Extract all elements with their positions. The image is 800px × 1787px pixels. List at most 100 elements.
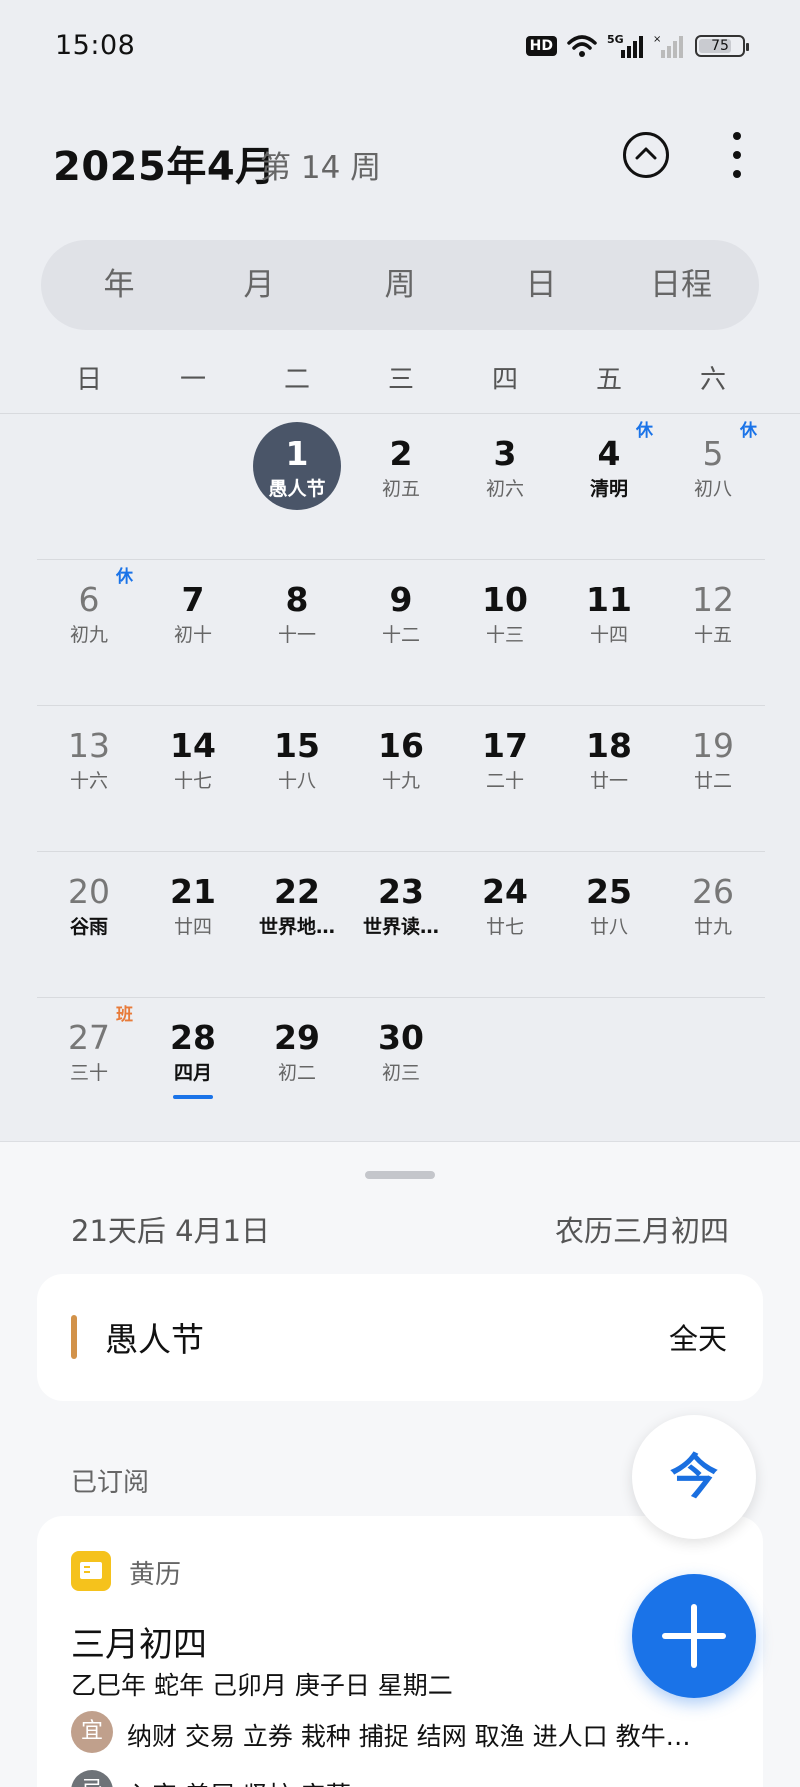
collapse-button[interactable] bbox=[623, 132, 669, 178]
ji-badge: 忌 bbox=[71, 1770, 113, 1787]
day-cell[interactable]: 29 初二 bbox=[245, 998, 349, 1144]
weekday-fri: 五 bbox=[595, 365, 622, 395]
battery-level: 75 bbox=[711, 38, 729, 54]
lunar-label: 初五 bbox=[381, 478, 420, 500]
day-cell[interactable]: 20 谷雨 bbox=[37, 852, 141, 998]
status-bar: 15:08 HD 5G × 75 bbox=[0, 0, 800, 92]
day-number: 19 bbox=[692, 726, 734, 765]
tab-month[interactable]: 月 bbox=[189, 249, 329, 321]
lunar-label: 二十 bbox=[485, 770, 524, 792]
lunar-label: 世界读… bbox=[362, 916, 439, 938]
workday-badge: 班 bbox=[116, 1005, 133, 1025]
day-cell[interactable]: 7 初十 bbox=[141, 560, 245, 706]
tab-year[interactable]: 年 bbox=[49, 249, 189, 321]
lunar-label: 廿二 bbox=[693, 770, 732, 792]
tab-schedule[interactable]: 日程 bbox=[611, 249, 751, 321]
lunar-label: 初六 bbox=[485, 478, 524, 500]
day-cell[interactable]: 1 愚人节 bbox=[245, 414, 349, 560]
event-time: 全天 bbox=[668, 1322, 727, 1356]
day-number: 16 bbox=[378, 726, 424, 765]
weekday-tue: 二 bbox=[283, 365, 310, 395]
day-number: 29 bbox=[274, 1018, 320, 1057]
day-cell[interactable]: 8 十一 bbox=[245, 560, 349, 706]
day-cell[interactable]: 27 三十班 bbox=[37, 998, 141, 1144]
lunar-label: 十二 bbox=[381, 624, 420, 646]
day-cell[interactable]: 30 初三 bbox=[349, 998, 453, 1144]
yi-text: 纳财 交易 立券 栽种 捕捉 结网 取渔 进人口 教牛… bbox=[127, 1722, 691, 1751]
yi-badge: 宜 bbox=[71, 1711, 113, 1753]
almanac-yi-row: 宜 纳财 交易 立券 栽种 捕捉 结网 取渔 进人口 教牛… bbox=[71, 1711, 691, 1755]
weekday-thu: 四 bbox=[491, 365, 518, 395]
ji-text: 入宅 盖屋 竖柱 安葬 bbox=[127, 1776, 351, 1787]
status-icons: HD 5G × 75 bbox=[525, 30, 749, 62]
day-number: 23 bbox=[378, 872, 424, 911]
day-cell[interactable]: 22 世界地… bbox=[245, 852, 349, 998]
day-cell[interactable]: 23 世界读… bbox=[349, 852, 453, 998]
day-number: 15 bbox=[274, 726, 320, 765]
today-indicator bbox=[173, 1095, 213, 1099]
day-cell[interactable]: 14 十七 bbox=[141, 706, 245, 852]
day-cell[interactable]: 10 十三 bbox=[453, 560, 557, 706]
lunar-label: 廿四 bbox=[173, 916, 212, 938]
week-number: 第 14 周 bbox=[260, 150, 382, 186]
day-cell[interactable]: 6 初九休 bbox=[37, 560, 141, 706]
lunar-date: 农历三月初四 bbox=[554, 1214, 729, 1248]
day-cell[interactable]: 28 四月 bbox=[141, 998, 245, 1144]
day-cell[interactable]: 12 十五 bbox=[661, 560, 765, 706]
day-cell[interactable]: 9 十二 bbox=[349, 560, 453, 706]
event-color-bar bbox=[71, 1315, 77, 1359]
week-row: 1 愚人节 2 初五 3 初六 4 清明休 5 初八休 bbox=[37, 414, 765, 560]
day-cell[interactable]: 26 廿九 bbox=[661, 852, 765, 998]
lunar-label: 廿八 bbox=[589, 916, 628, 938]
day-number: 3 bbox=[493, 434, 517, 473]
calendar-header: 2025年4月 第 14 周 bbox=[0, 120, 800, 200]
day-cell[interactable]: 4 清明休 bbox=[557, 414, 661, 560]
lunar-label: 十五 bbox=[693, 624, 732, 646]
day-cell[interactable]: 13 十六 bbox=[37, 706, 141, 852]
more-options-button[interactable] bbox=[725, 130, 749, 180]
day-number: 9 bbox=[389, 580, 413, 619]
more-dot-icon bbox=[733, 170, 741, 178]
almanac-name: 黄历 bbox=[129, 1560, 182, 1590]
day-cell[interactable]: 21 廿四 bbox=[141, 852, 245, 998]
day-cell[interactable]: 25 廿八 bbox=[557, 852, 661, 998]
day-cell[interactable]: 2 初五 bbox=[349, 414, 453, 560]
tab-day[interactable]: 日 bbox=[471, 249, 611, 321]
tab-week[interactable]: 周 bbox=[330, 249, 470, 321]
add-event-button[interactable] bbox=[632, 1574, 756, 1698]
lunar-label: 初三 bbox=[381, 1062, 420, 1084]
day-cell[interactable]: 16 十九 bbox=[349, 706, 453, 852]
lunar-label: 初二 bbox=[277, 1062, 316, 1084]
event-card[interactable]: 愚人节 全天 bbox=[37, 1274, 763, 1401]
day-cell[interactable]: 15 十八 bbox=[245, 706, 349, 852]
day-number: 28 bbox=[170, 1018, 216, 1057]
day-cell[interactable]: 3 初六 bbox=[453, 414, 557, 560]
lunar-label: 清明 bbox=[589, 478, 628, 500]
month-title[interactable]: 2025年4月 bbox=[53, 134, 276, 192]
day-cell[interactable]: 24 廿七 bbox=[453, 852, 557, 998]
lunar-label: 十三 bbox=[485, 624, 524, 646]
more-dot-icon bbox=[733, 132, 741, 140]
week-row: 6 初九休 7 初十 8 十一 9 十二 10 十三 11 十四 12 十五 bbox=[37, 560, 765, 706]
day-number: 13 bbox=[68, 726, 110, 765]
month-grid: 1 愚人节 2 初五 3 初六 4 清明休 5 初八休 6 初九休 7 初十 8 十一 9 十二 10 十三 11 十四 1… bbox=[37, 414, 765, 1144]
day-cell[interactable]: 5 初八休 bbox=[661, 414, 765, 560]
today-button[interactable]: 今 bbox=[632, 1415, 756, 1539]
hd-icon: HD bbox=[525, 36, 557, 56]
almanac-book-icon bbox=[71, 1551, 111, 1591]
day-cell[interactable]: 11 十四 bbox=[557, 560, 661, 706]
day-cell[interactable]: 19 廿二 bbox=[661, 706, 765, 852]
cellular-5g-icon: 5G bbox=[607, 33, 643, 58]
day-cell[interactable]: 17 二十 bbox=[453, 706, 557, 852]
lunar-label: 初九 bbox=[69, 624, 108, 646]
day-number: 12 bbox=[692, 580, 734, 619]
wifi-icon bbox=[567, 35, 597, 57]
lunar-label: 十六 bbox=[69, 770, 108, 792]
sheet-drag-handle[interactable] bbox=[365, 1171, 435, 1179]
almanac-lunar-date: 三月初四 bbox=[71, 1625, 207, 1665]
more-dot-icon bbox=[733, 151, 741, 159]
week-row: 13 十六 14 十七 15 十八 16 十九 17 二十 18 廿一 19 廿二 bbox=[37, 706, 765, 852]
lunar-label: 初十 bbox=[173, 624, 212, 646]
status-time: 15:08 bbox=[55, 30, 136, 61]
day-cell[interactable]: 18 廿一 bbox=[557, 706, 661, 852]
